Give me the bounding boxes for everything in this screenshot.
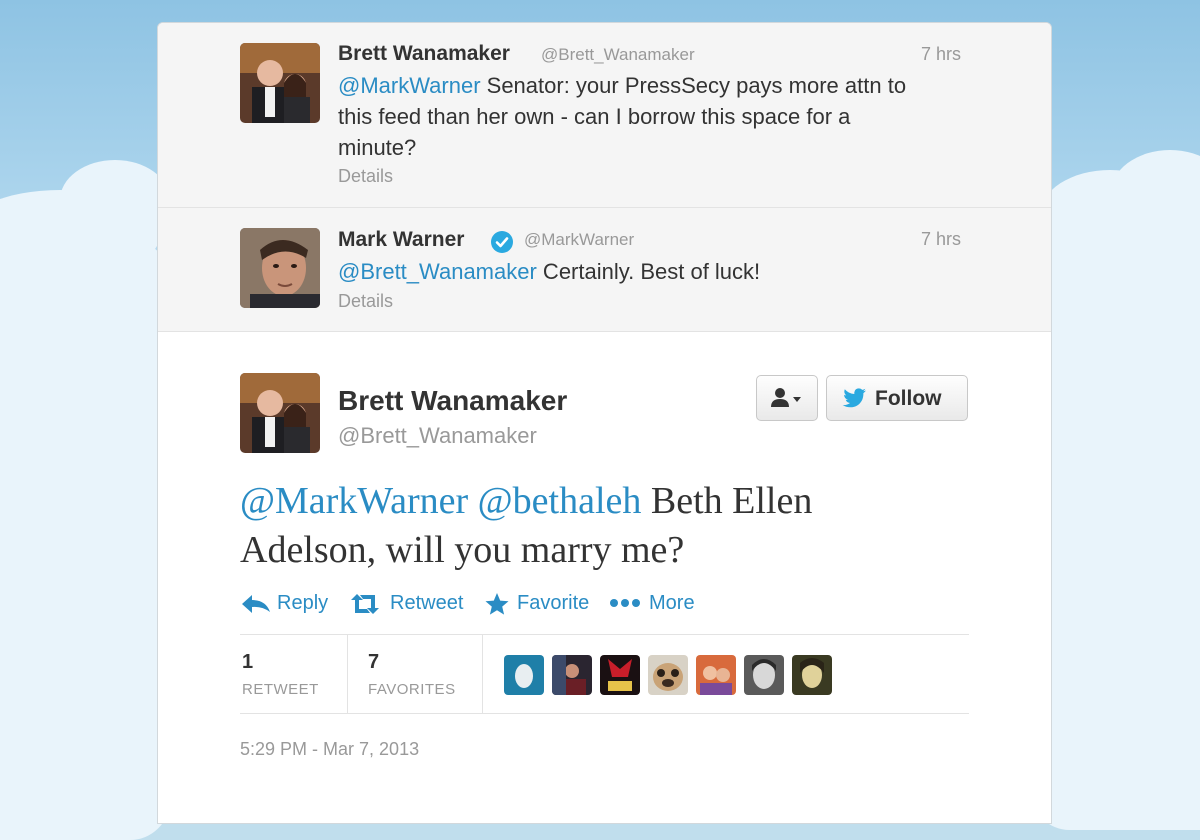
retweet-action[interactable]: Retweet bbox=[348, 592, 470, 618]
person-dropdown-icon bbox=[771, 388, 801, 407]
reply-label: Reply bbox=[277, 592, 329, 614]
author-name[interactable]: Mark Warner bbox=[338, 228, 464, 252]
tweet-timestamp[interactable]: 5:29 PM - Mar 7, 2013 bbox=[240, 739, 419, 760]
favoriter-avatar[interactable] bbox=[504, 655, 544, 695]
favorites-count-label[interactable]: FAVORITES bbox=[368, 681, 456, 698]
more-dots-icon bbox=[610, 599, 640, 607]
favoriter-avatar[interactable] bbox=[648, 655, 688, 695]
star-icon bbox=[485, 593, 509, 615]
divider bbox=[240, 634, 969, 635]
more-label: More bbox=[649, 592, 695, 614]
favorite-label: Favorite bbox=[517, 592, 590, 614]
mention-link[interactable]: @MarkWarner bbox=[338, 73, 481, 98]
tweet-text: @Brett_Wanamaker Certainly. Best of luck… bbox=[338, 259, 761, 284]
main-author-handle[interactable]: @Brett_Wanamaker bbox=[338, 423, 537, 449]
tweet-text: @MarkWarner Senator: your PressSecy pays… bbox=[338, 73, 907, 160]
favoriter-avatar[interactable] bbox=[600, 655, 640, 695]
mention-link[interactable]: @bethaleh bbox=[478, 480, 642, 522]
author-handle[interactable]: @Brett_Wanamaker bbox=[541, 45, 695, 65]
conversation-tweet[interactable]: Mark Warner @MarkWarner 7 hrs @Brett_Wan… bbox=[158, 208, 1051, 332]
retweet-icon bbox=[351, 594, 379, 614]
retweet-count[interactable]: 1 bbox=[242, 651, 253, 674]
favorite-action[interactable]: Favorite bbox=[484, 592, 594, 618]
details-link[interactable]: Details bbox=[338, 166, 393, 187]
tweet-card: Brett Wanamaker @Brett_Wanamaker 7 hrs @… bbox=[157, 22, 1052, 824]
author-handle[interactable]: @MarkWarner bbox=[524, 230, 634, 250]
reply-action[interactable]: Reply bbox=[240, 592, 332, 618]
divider bbox=[240, 713, 969, 714]
follow-label: Follow bbox=[875, 387, 942, 410]
reply-arrow-icon bbox=[242, 595, 270, 613]
favoriter-avatar[interactable] bbox=[792, 655, 832, 695]
cloud-left-3 bbox=[0, 240, 170, 840]
retweet-count-label[interactable]: RETWEET bbox=[242, 681, 319, 698]
twitter-bird-icon bbox=[842, 388, 866, 408]
main-tweet-text: @MarkWarner @bethaleh Beth Ellen Adelson… bbox=[240, 480, 813, 571]
divider bbox=[482, 635, 483, 713]
user-actions-button[interactable] bbox=[756, 375, 818, 421]
verified-badge-icon bbox=[491, 231, 513, 253]
details-link[interactable]: Details bbox=[338, 291, 393, 312]
avatar[interactable] bbox=[240, 43, 320, 123]
main-avatar[interactable] bbox=[240, 373, 320, 453]
favoriter-avatar[interactable] bbox=[552, 655, 592, 695]
conversation-tweet[interactable]: Brett Wanamaker @Brett_Wanamaker 7 hrs @… bbox=[158, 23, 1051, 208]
cloud-left-2 bbox=[60, 160, 170, 240]
tweet-time[interactable]: 7 hrs bbox=[921, 229, 961, 250]
main-author-name[interactable]: Brett Wanamaker bbox=[338, 385, 567, 417]
author-name[interactable]: Brett Wanamaker bbox=[338, 42, 510, 66]
tweet-time[interactable]: 7 hrs bbox=[921, 44, 961, 65]
mention-link[interactable]: @MarkWarner bbox=[240, 480, 468, 522]
more-action[interactable]: More bbox=[608, 592, 698, 618]
favorites-count[interactable]: 7 bbox=[368, 651, 379, 674]
follow-button[interactable]: Follow bbox=[826, 375, 968, 421]
retweet-label: Retweet bbox=[390, 592, 464, 614]
favoriter-avatar[interactable] bbox=[696, 655, 736, 695]
avatar[interactable] bbox=[240, 228, 320, 308]
mention-link[interactable]: @Brett_Wanamaker bbox=[338, 259, 537, 284]
favoriter-avatar[interactable] bbox=[744, 655, 784, 695]
cloud-right-3 bbox=[1030, 230, 1200, 830]
divider bbox=[347, 635, 348, 713]
